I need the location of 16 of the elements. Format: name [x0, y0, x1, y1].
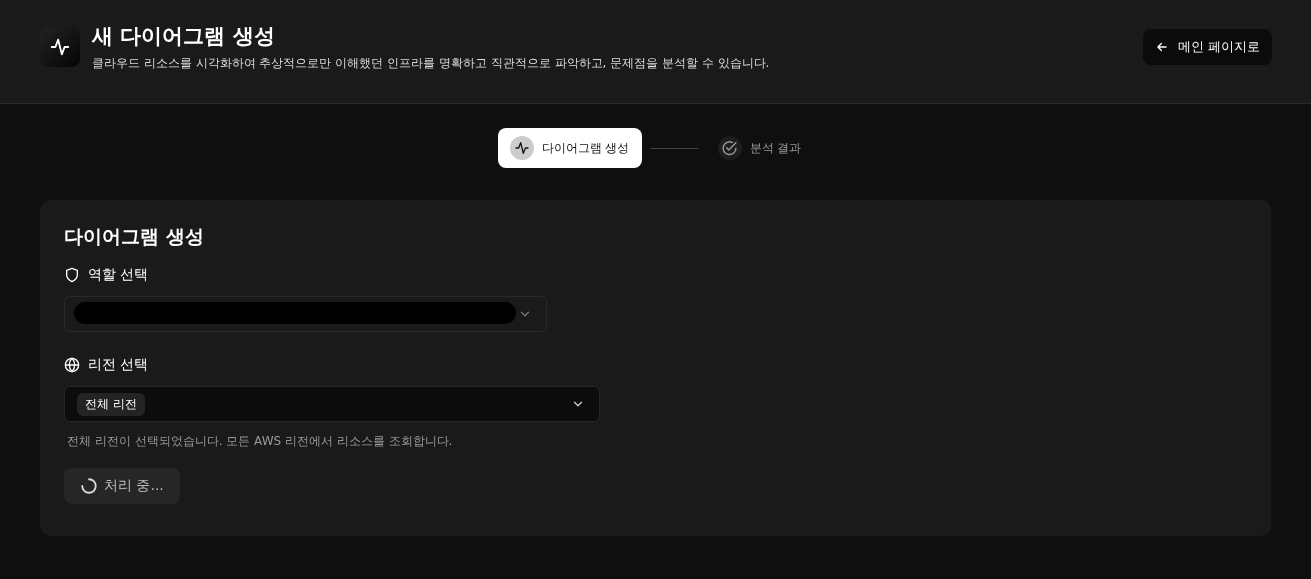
card-title: 다이어그램 생성 [64, 224, 205, 249]
field-label: 리전 선택 [88, 356, 149, 374]
globe-icon [64, 357, 80, 373]
field-label: 역할 선택 [88, 266, 149, 284]
submit-button[interactable]: 처리 중... [64, 468, 180, 504]
step-tab[interactable]: 다이어그램 생성 [497, 128, 642, 168]
helper-text: 전체 리전이 선택되었습니다. 모든 AWS 리전에서 리소스를 조회합니다. [67, 433, 454, 450]
page-subtitle: 클라우드 리소스를 시각화하여 추상적으로만 이해했던 인프라를 명확하고 직관적으로 파악하고, 문제점을 분석할 수 있습니다. [92, 54, 770, 72]
back-button[interactable]: 메인 페이지로 [1142, 28, 1272, 65]
check-circle-icon [721, 139, 738, 157]
region-chip: 전체 리전 [77, 392, 145, 416]
shield-icon [64, 267, 80, 283]
region-select[interactable]: 전체 리전 [64, 386, 600, 422]
pulse-icon [513, 140, 530, 156]
step-tab[interactable]: 분석 결과 [705, 128, 814, 168]
page-title: 새 다이어그램 생성 [92, 22, 276, 50]
